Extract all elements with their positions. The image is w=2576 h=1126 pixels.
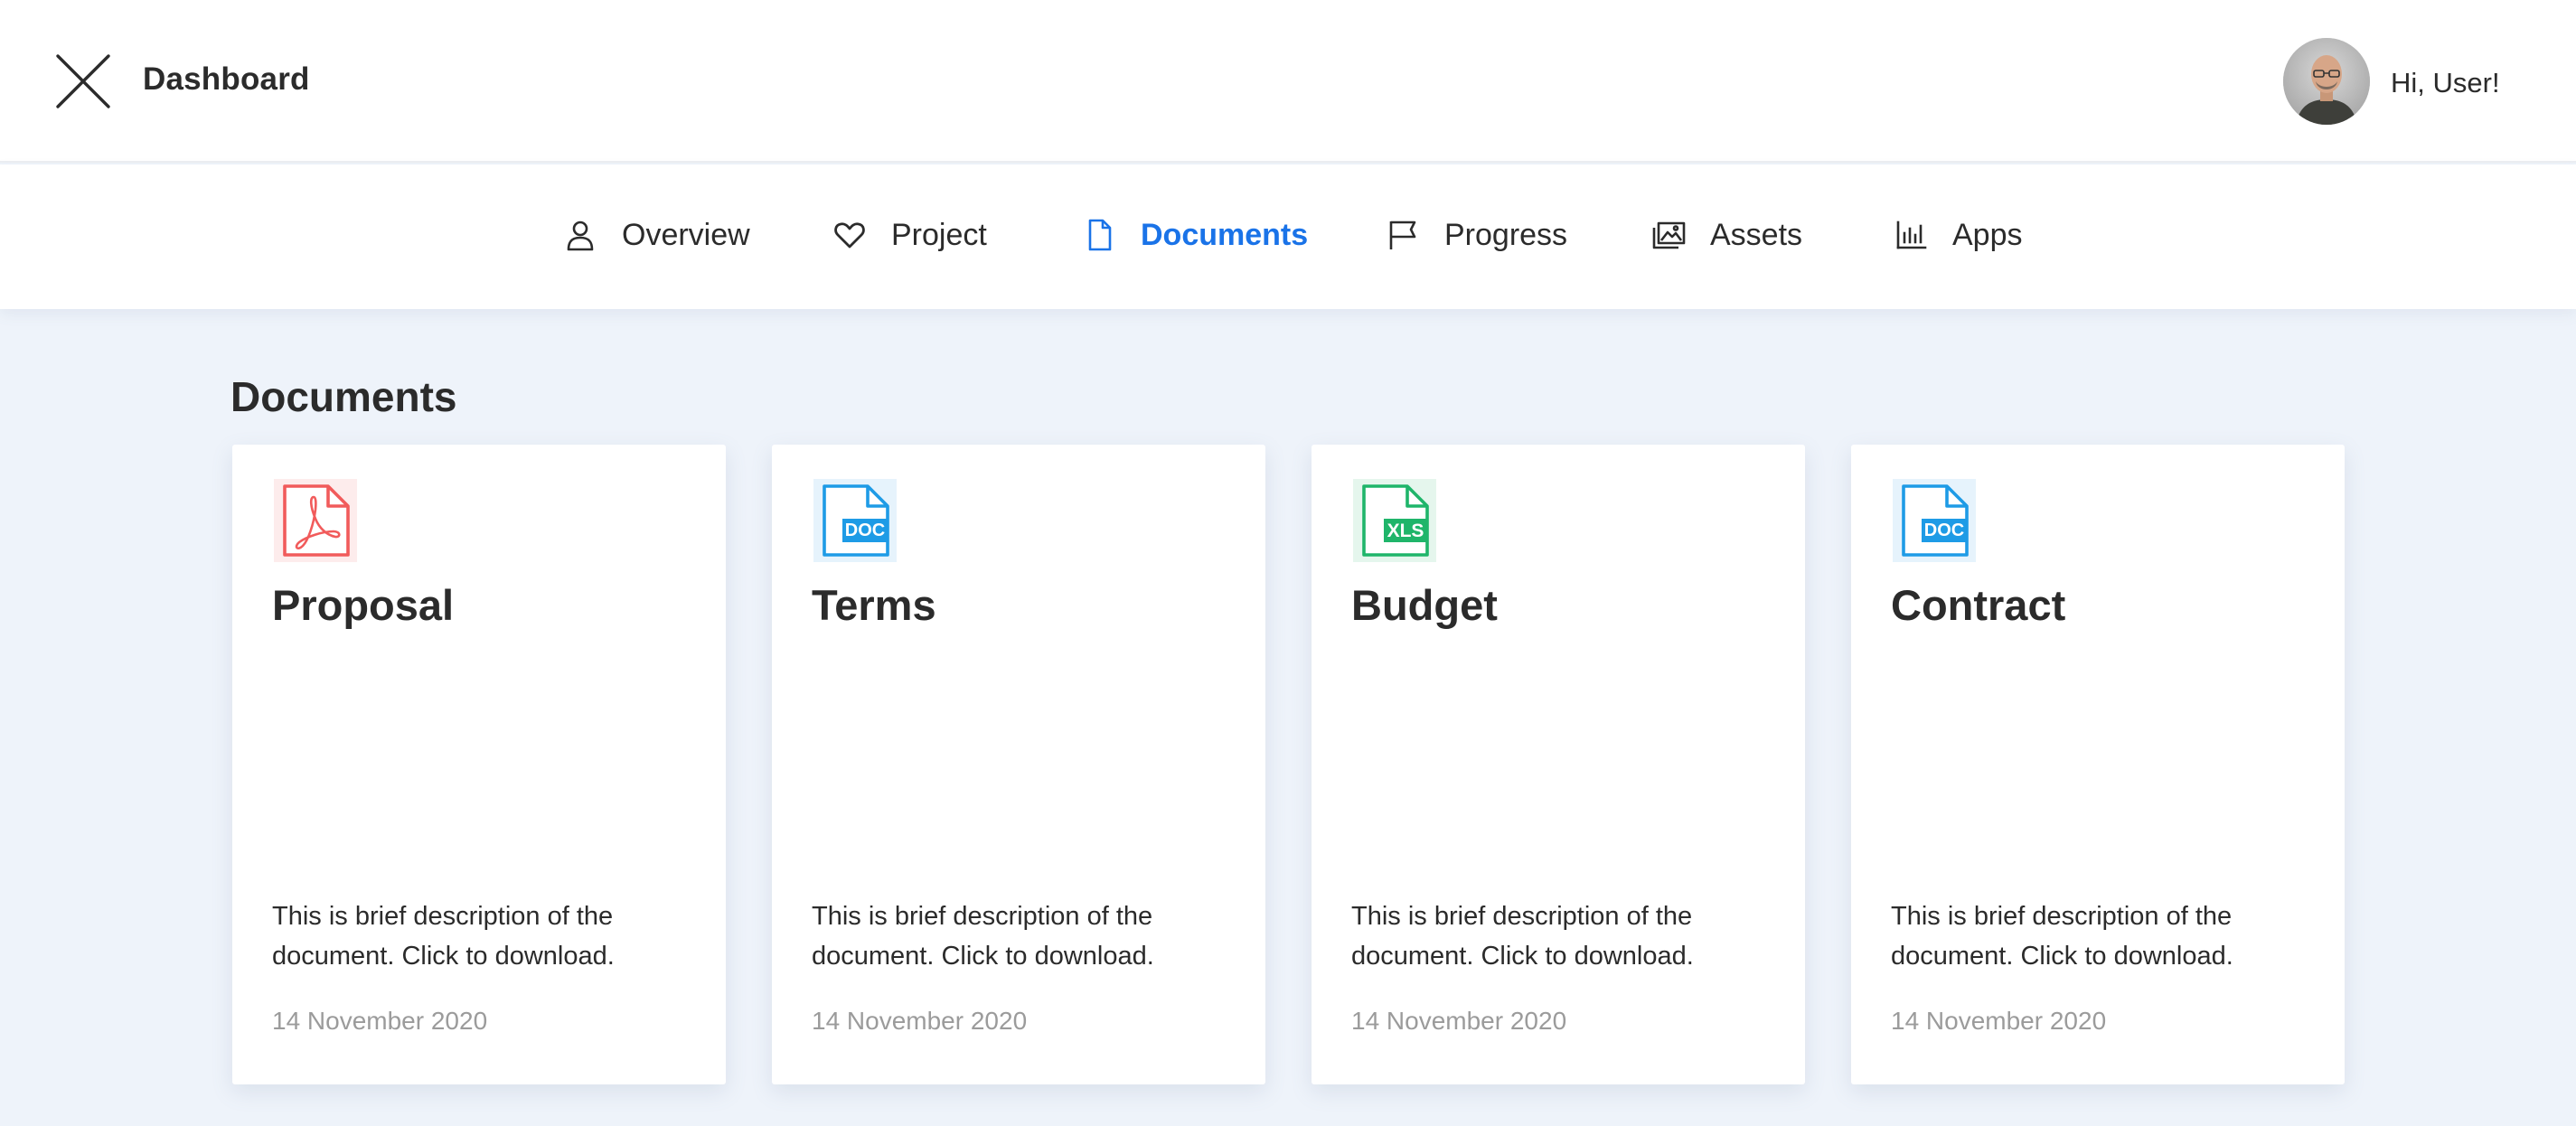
tab-progress[interactable]: Progress bbox=[1385, 202, 1567, 267]
page-title: Dashboard bbox=[143, 61, 310, 97]
file-icon bbox=[1081, 217, 1117, 253]
document-card-contract[interactable]: DOC Contract This is brief description o… bbox=[1851, 445, 2345, 1084]
tab-label: Documents bbox=[1141, 217, 1309, 252]
tab-label: Overview bbox=[622, 217, 750, 252]
images-icon bbox=[1650, 217, 1687, 253]
tab-project[interactable]: Project bbox=[832, 202, 987, 267]
card-title: Proposal bbox=[272, 581, 455, 629]
top-header: Dashboard Hi, User! bbox=[0, 0, 2576, 163]
card-date: 14 November 2020 bbox=[272, 1007, 488, 1035]
pdf-file-icon bbox=[274, 479, 357, 562]
close-icon[interactable] bbox=[52, 51, 114, 112]
bar-chart-icon bbox=[1893, 217, 1929, 253]
svg-text:DOC: DOC bbox=[845, 521, 885, 540]
tab-label: Assets bbox=[1710, 217, 1803, 252]
main-nav: Overview Project Documents Progress Asse… bbox=[0, 164, 2576, 309]
doc-file-icon: DOC bbox=[1893, 479, 1976, 562]
avatar[interactable] bbox=[2283, 38, 2370, 125]
card-description: This is brief description of the documen… bbox=[272, 902, 615, 971]
card-description: This is brief description of the documen… bbox=[812, 902, 1154, 971]
card-description: This is brief description of the documen… bbox=[1351, 902, 1694, 971]
flag-icon bbox=[1385, 217, 1421, 253]
heart-icon bbox=[832, 217, 868, 253]
document-card-terms[interactable]: DOC Terms This is brief description of t… bbox=[772, 445, 1265, 1084]
doc-file-icon: DOC bbox=[813, 479, 897, 562]
svg-text:XLS: XLS bbox=[1387, 521, 1424, 541]
user-icon bbox=[562, 217, 598, 253]
card-title: Contract bbox=[1891, 581, 2066, 629]
card-date: 14 November 2020 bbox=[1891, 1007, 2107, 1035]
tab-assets[interactable]: Assets bbox=[1650, 202, 1802, 267]
tab-overview[interactable]: Overview bbox=[562, 202, 750, 267]
card-title: Budget bbox=[1351, 581, 1498, 629]
tab-label: Project bbox=[891, 217, 987, 252]
xls-file-icon: XLS bbox=[1353, 479, 1436, 562]
document-card-proposal[interactable]: Proposal This is brief description of th… bbox=[232, 445, 726, 1084]
tab-documents[interactable]: Documents bbox=[1081, 202, 1308, 267]
card-date: 14 November 2020 bbox=[812, 1007, 1028, 1035]
tab-label: Progress bbox=[1444, 217, 1568, 252]
tab-apps[interactable]: Apps bbox=[1893, 202, 2023, 267]
user-greeting: Hi, User! bbox=[2391, 67, 2500, 99]
card-description: This is brief description of the documen… bbox=[1891, 902, 2233, 971]
section-title: Documents bbox=[230, 373, 457, 420]
tab-label: Apps bbox=[1952, 217, 2023, 252]
svg-text:DOC: DOC bbox=[1924, 521, 1964, 540]
document-card-budget[interactable]: XLS Budget This is brief description of … bbox=[1312, 445, 1805, 1084]
card-date: 14 November 2020 bbox=[1351, 1007, 1567, 1035]
card-title: Terms bbox=[812, 581, 936, 629]
